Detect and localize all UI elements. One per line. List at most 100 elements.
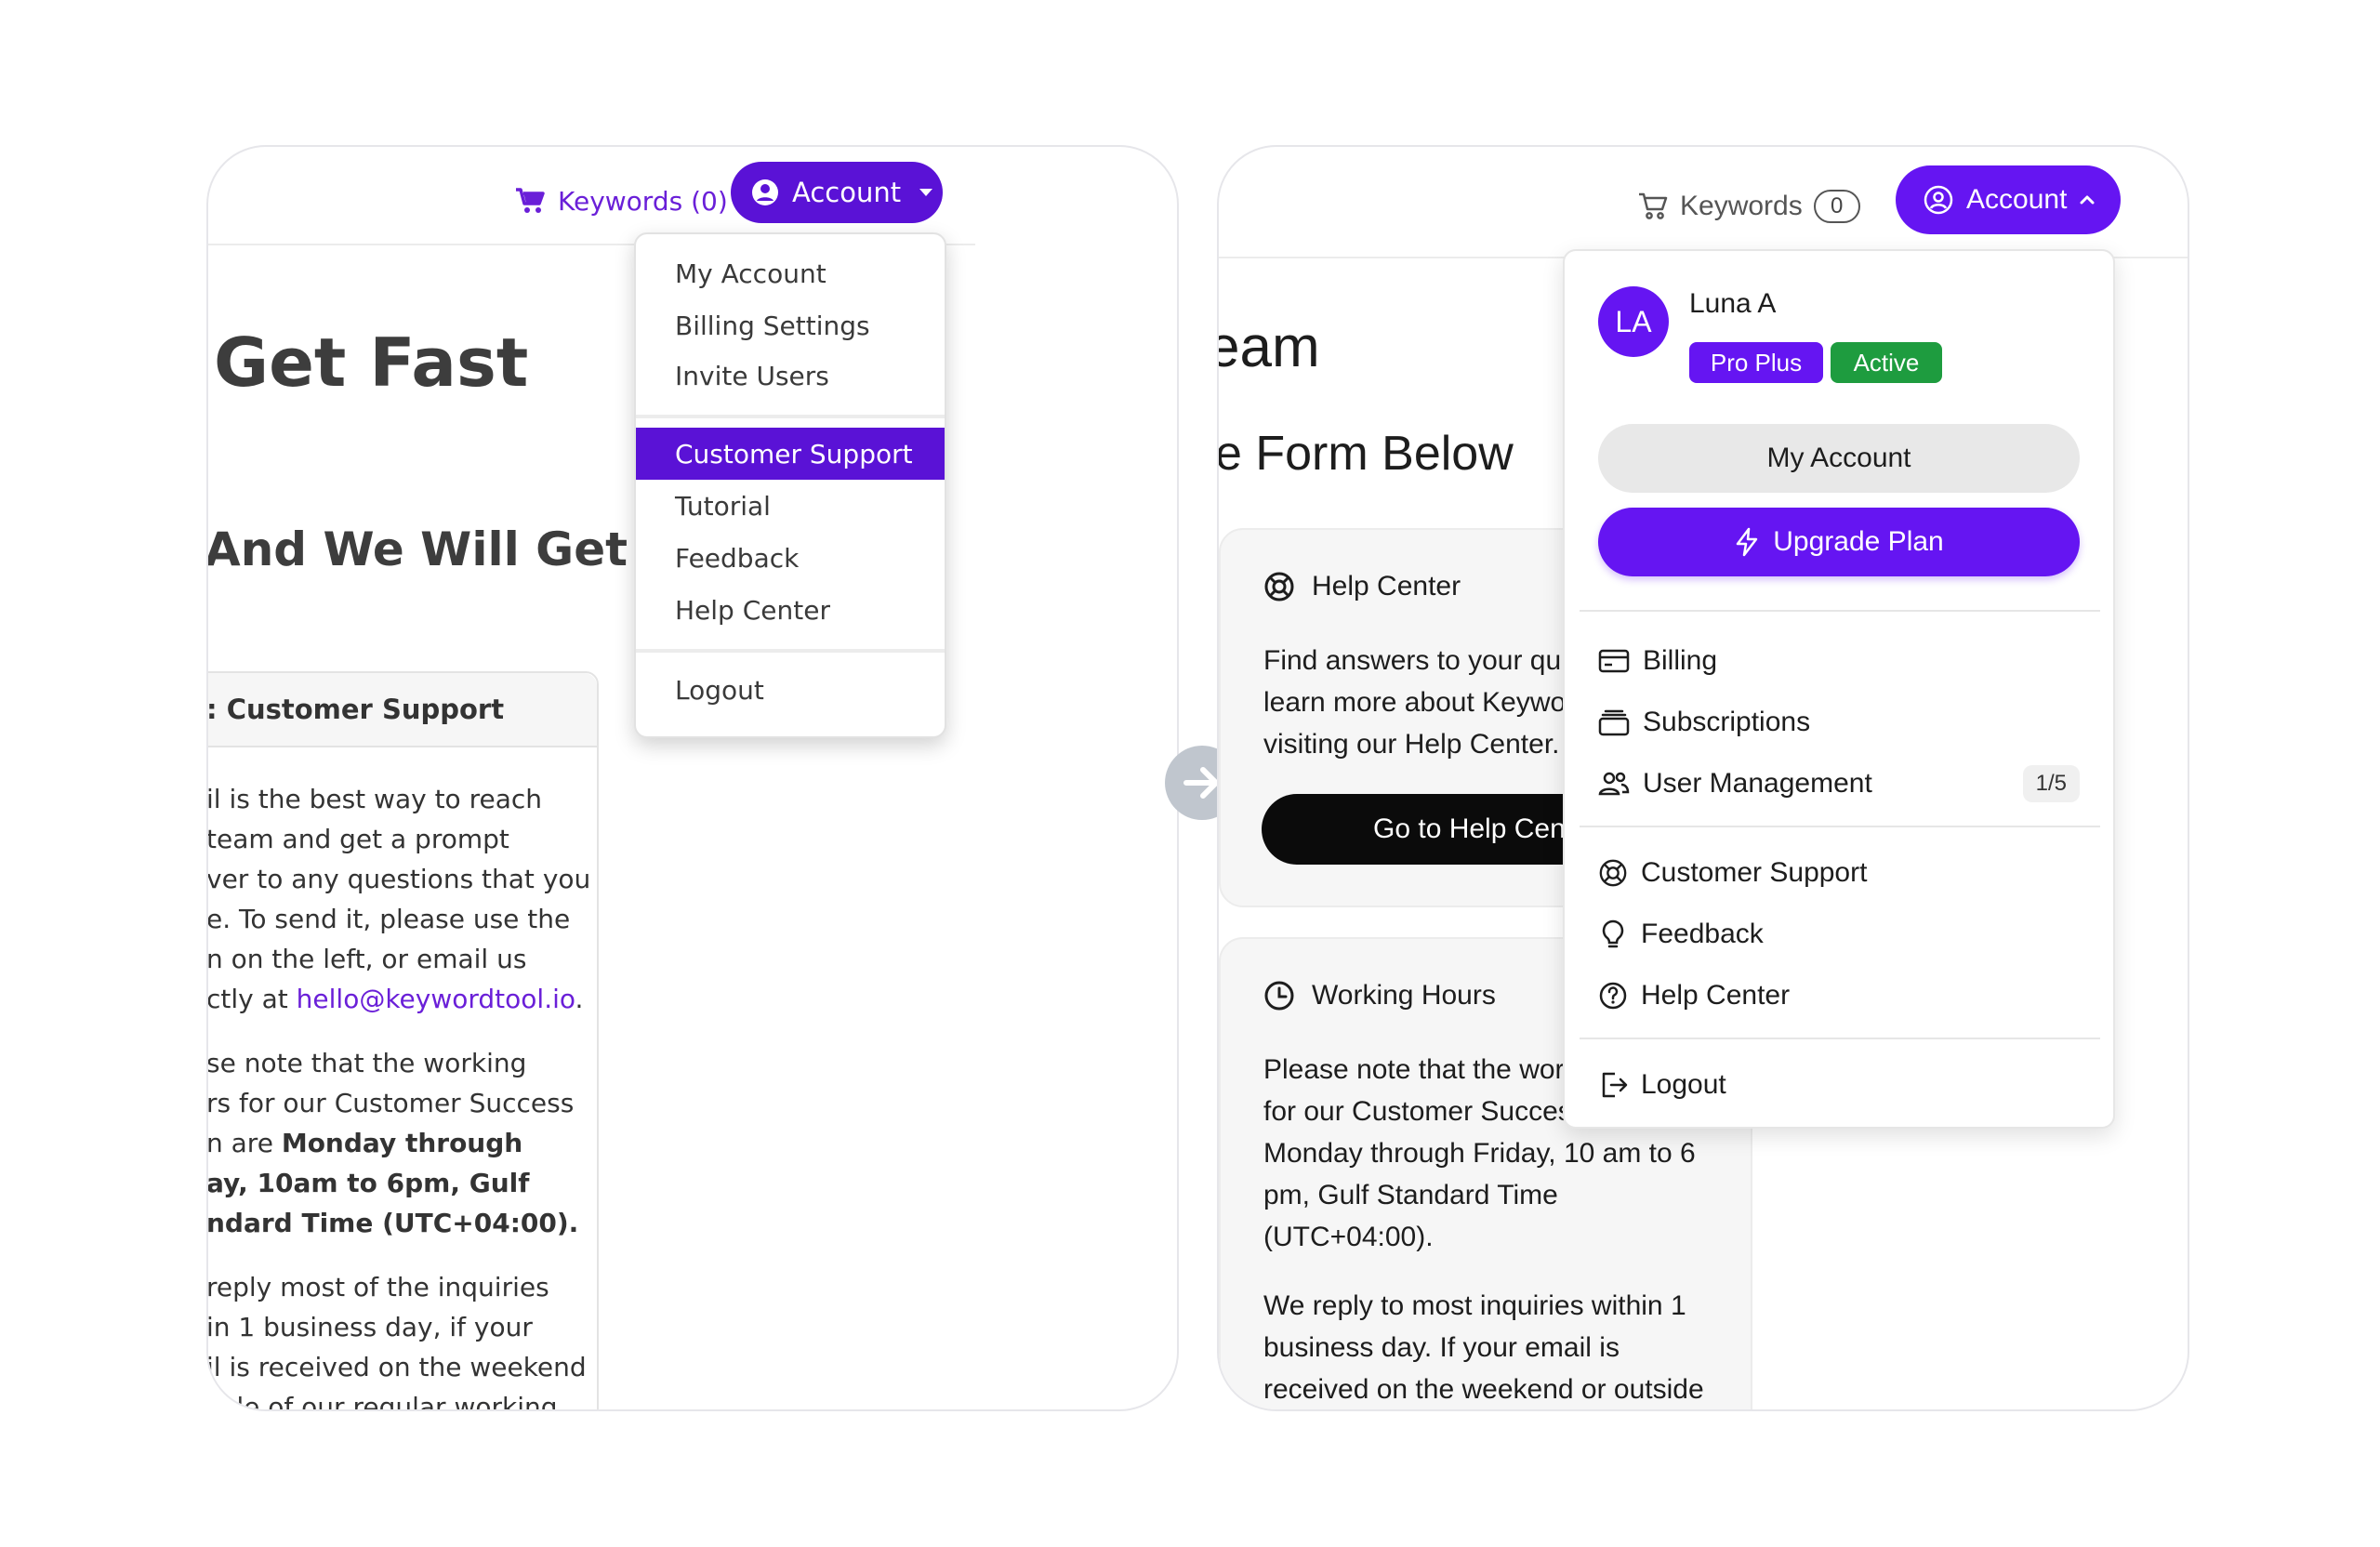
account-label: Account bbox=[792, 177, 902, 208]
card-paragraph-1: il is the best way to reach team and get… bbox=[206, 779, 590, 1019]
card-title: : Customer Support bbox=[208, 673, 597, 747]
lifebuoy-icon bbox=[1264, 572, 1294, 602]
keywords-cart-link[interactable]: Keywords (0) bbox=[515, 178, 728, 223]
menu-item-logout[interactable]: Logout bbox=[1598, 1062, 2080, 1108]
customer-support-card: : Customer Support il is the best way to… bbox=[206, 671, 599, 1411]
menu-item-my-account[interactable]: My Account bbox=[636, 247, 945, 299]
text-line: Monday through Friday, 10 am to 6 bbox=[1263, 1138, 1696, 1169]
text-line: in 1 business day, if your bbox=[206, 1312, 533, 1342]
account-dropdown-button[interactable]: Account bbox=[1896, 165, 2121, 234]
menu-item-feedback[interactable]: Feedback bbox=[636, 532, 945, 584]
clock-icon bbox=[1264, 981, 1294, 1011]
menu-item-label: User Management bbox=[1643, 768, 1872, 799]
lifebuoy-icon bbox=[1599, 859, 1627, 887]
text-punctuation: . bbox=[575, 984, 584, 1014]
menu-item-customer-support[interactable]: Customer Support bbox=[636, 428, 945, 480]
menu-item-customer-support[interactable]: Customer Support bbox=[1598, 850, 2080, 896]
question-circle-icon bbox=[1599, 982, 1627, 1010]
menu-item-user-management[interactable]: User Management 1/5 bbox=[1598, 760, 2080, 807]
top-navbar: Keywords (0) Account bbox=[208, 147, 975, 245]
user-circle-icon bbox=[752, 179, 778, 205]
plan-badge: Pro Plus bbox=[1689, 342, 1823, 383]
lightbulb-icon bbox=[1602, 919, 1624, 948]
upgrade-plan-button[interactable]: Upgrade Plan bbox=[1598, 508, 2080, 576]
text-line: side of our regular working bbox=[206, 1392, 558, 1411]
bold-text: Monday through bbox=[281, 1128, 523, 1158]
text-line: business day. If your email is bbox=[1263, 1332, 1620, 1363]
text-line: for our Customer Succes bbox=[1263, 1096, 1572, 1127]
menu-item-feedback[interactable]: Feedback bbox=[1598, 911, 2080, 958]
before-screenshot-panel: Keywords (0) Account Get Fast And We Wil… bbox=[206, 145, 1179, 1411]
text-line: ctly at bbox=[206, 984, 297, 1014]
text-line: reply most of the inquiries bbox=[206, 1272, 549, 1302]
text-line: Please note that the wor bbox=[1263, 1054, 1565, 1085]
text-line: visiting our Help Center. bbox=[1263, 729, 1560, 760]
text-line: rs for our Customer Success bbox=[206, 1088, 575, 1118]
text-line: (UTC+04:00). bbox=[1263, 1222, 1434, 1252]
text-line: e. To send it, please use the bbox=[206, 904, 571, 934]
page-subheading: e Form Below bbox=[1217, 427, 1514, 481]
menu-divider bbox=[1580, 1038, 2100, 1039]
chevron-up-icon bbox=[2080, 195, 2095, 205]
account-dropdown-menu: LA Luna A Pro Plus Active My Account Upg… bbox=[1563, 249, 2115, 1129]
menu-item-label: Customer Support bbox=[1641, 857, 1868, 888]
credit-card-icon bbox=[1598, 649, 1630, 673]
menu-item-label: Feedback bbox=[1641, 919, 1764, 949]
user-circle-icon bbox=[1924, 185, 1953, 215]
text-line: n are bbox=[206, 1128, 282, 1158]
top-navbar: Keywords 0 Account bbox=[1219, 147, 2188, 258]
my-account-button[interactable]: My Account bbox=[1598, 424, 2080, 493]
support-email-link[interactable]: hello@keywordtool.io bbox=[297, 984, 575, 1014]
text-line: il is the best way to reach bbox=[206, 784, 543, 814]
user-name: Luna A bbox=[1689, 288, 1777, 319]
cart-icon bbox=[516, 188, 545, 213]
menu-item-help-center[interactable]: Help Center bbox=[636, 584, 945, 636]
logout-icon bbox=[1602, 1072, 1628, 1098]
keywords-count-badge: 0 bbox=[1813, 190, 1860, 223]
menu-divider bbox=[636, 415, 945, 418]
keywords-cart-link[interactable]: Keywords 0 bbox=[1637, 178, 1860, 234]
menu-item-logout[interactable]: Logout bbox=[636, 664, 945, 716]
avatar: LA bbox=[1598, 286, 1669, 357]
help-center-card-title: Help Center bbox=[1263, 571, 1461, 602]
users-icon bbox=[1598, 772, 1630, 796]
menu-item-label: Subscriptions bbox=[1643, 707, 1811, 737]
text-line: pm, Gulf Standard Time bbox=[1263, 1180, 1558, 1210]
stack-icon bbox=[1598, 709, 1630, 736]
menu-item-billing[interactable]: Billing bbox=[1598, 638, 2080, 684]
lightning-icon bbox=[1737, 527, 1758, 557]
help-center-description: Find answers to your qu learn more about… bbox=[1263, 640, 1566, 765]
keywords-label: Keywords (0) bbox=[558, 185, 728, 217]
after-screenshot-panel: Keywords 0 Account eam e Form Below Help… bbox=[1217, 145, 2189, 1411]
menu-item-billing-settings[interactable]: Billing Settings bbox=[636, 299, 945, 351]
card-body: il is the best way to reach team and get… bbox=[206, 747, 597, 1411]
text-line: ver to any questions that you bbox=[206, 864, 591, 894]
card-paragraph-3: reply most of the inquiries in 1 busines… bbox=[206, 1267, 587, 1411]
status-badge: Active bbox=[1831, 342, 1942, 383]
upgrade-plan-label: Upgrade Plan bbox=[1773, 526, 1944, 557]
menu-divider bbox=[1580, 826, 2100, 827]
menu-item-tutorial[interactable]: Tutorial bbox=[636, 480, 945, 532]
text-line: We reply to most inquiries within 1 bbox=[1263, 1290, 1686, 1321]
menu-item-label: Billing bbox=[1643, 645, 1718, 676]
text-line: il is received on the weekend bbox=[206, 1352, 587, 1382]
account-label: Account bbox=[1966, 184, 2068, 215]
card-paragraph-2: se note that the working rs for our Cust… bbox=[206, 1043, 582, 1243]
text-line: learn more about Keywo bbox=[1263, 687, 1567, 718]
working-hours-card-title: Working Hours bbox=[1263, 980, 1496, 1012]
account-dropdown-menu: My Account Billing Settings Invite Users… bbox=[634, 232, 946, 738]
menu-item-label: Logout bbox=[1641, 1069, 1726, 1100]
text-line: received on the weekend or outside bbox=[1263, 1374, 1704, 1405]
account-dropdown-button[interactable]: Account bbox=[731, 162, 943, 223]
card-title-text: Working Hours bbox=[1312, 980, 1496, 1011]
text-line: n on the left, or email us bbox=[206, 944, 527, 974]
keywords-label: Keywords bbox=[1680, 191, 1803, 221]
menu-item-help-center[interactable]: Help Center bbox=[1598, 972, 2080, 1019]
reply-time-description: We reply to most inquiries within 1 busi… bbox=[1263, 1285, 1704, 1409]
page-heading: eam bbox=[1217, 315, 1320, 379]
bold-text: ndard Time (UTC+04:00). bbox=[206, 1208, 579, 1238]
card-title-text: Help Center bbox=[1312, 571, 1461, 602]
menu-item-invite-users[interactable]: Invite Users bbox=[636, 350, 945, 402]
menu-item-subscriptions[interactable]: Subscriptions bbox=[1598, 699, 2080, 746]
menu-divider bbox=[1580, 610, 2100, 612]
